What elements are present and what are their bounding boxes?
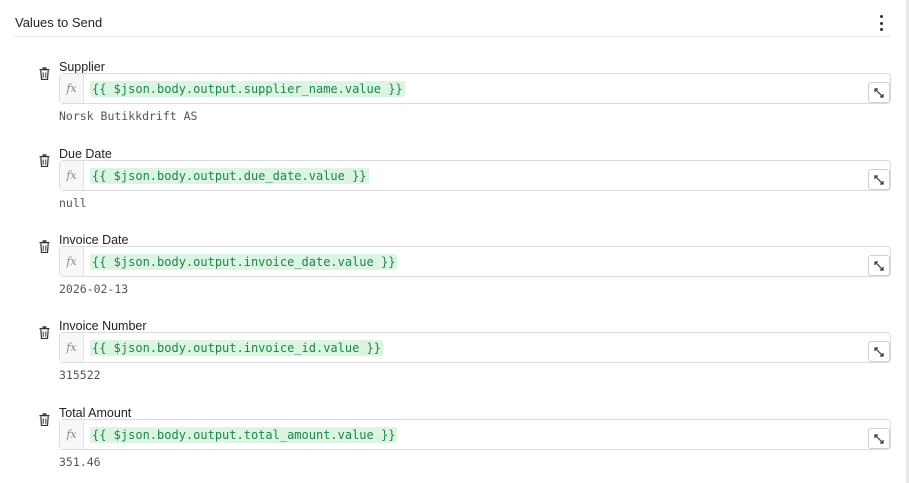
param-label: Invoice Date	[59, 233, 129, 247]
trash-icon[interactable]	[39, 154, 50, 167]
open-editor-button[interactable]	[868, 428, 890, 449]
param-invoice-date: Invoice Date fx {{ $json.body.output.inv…	[37, 233, 891, 313]
open-editor-button[interactable]	[868, 255, 890, 276]
open-editor-button[interactable]	[868, 169, 890, 190]
open-editor-button[interactable]	[868, 341, 890, 362]
result-preview: null	[59, 196, 87, 210]
expression-input[interactable]: fx {{ $json.body.output.invoice_date.val…	[59, 246, 891, 277]
fx-icon: fx	[60, 161, 84, 190]
expression-text[interactable]: {{ $json.body.output.supplier_name.value…	[90, 81, 405, 97]
open-editor-icon	[874, 433, 884, 444]
trash-icon[interactable]	[39, 240, 50, 253]
trash-icon[interactable]	[39, 413, 50, 426]
param-label: Invoice Number	[59, 319, 147, 333]
result-preview: 315522	[59, 368, 101, 382]
fx-icon: fx	[60, 420, 84, 449]
param-due-date: Due Date fx {{ $json.body.output.due_dat…	[37, 147, 891, 227]
fx-icon: fx	[60, 333, 84, 362]
values-section-header: Values to Send	[14, 8, 891, 37]
open-editor-icon	[874, 174, 884, 185]
section-title: Values to Send	[15, 15, 103, 30]
expression-input[interactable]: fx {{ $json.body.output.supplier_name.va…	[59, 73, 891, 104]
expression-text[interactable]: {{ $json.body.output.total_amount.value …	[90, 427, 398, 443]
fx-icon: fx	[60, 247, 84, 276]
expression-text[interactable]: {{ $json.body.output.invoice_date.value …	[90, 254, 398, 270]
expression-input[interactable]: fx {{ $json.body.output.invoice_id.value…	[59, 332, 891, 363]
trash-icon[interactable]	[39, 67, 50, 80]
expression-input[interactable]: fx {{ $json.body.output.total_amount.val…	[59, 419, 891, 450]
param-total-amount: Total Amount fx {{ $json.body.output.tot…	[37, 406, 891, 483]
expression-input[interactable]: fx {{ $json.body.output.due_date.value }…	[59, 160, 891, 191]
open-editor-button[interactable]	[868, 82, 890, 103]
param-label: Due Date	[59, 147, 112, 161]
param-label: Supplier	[59, 60, 105, 74]
result-preview: Norsk Butikkdrift AS	[59, 109, 198, 123]
expression-text[interactable]: {{ $json.body.output.invoice_id.value }}	[90, 340, 383, 356]
open-editor-icon	[874, 346, 884, 357]
open-editor-icon	[874, 260, 884, 271]
kebab-menu-icon[interactable]	[877, 15, 885, 31]
result-preview: 351.46	[59, 455, 101, 469]
result-preview: 2026-02-13	[59, 282, 129, 296]
open-editor-icon	[874, 87, 884, 98]
param-label: Total Amount	[59, 406, 132, 420]
param-invoice-number: Invoice Number fx {{ $json.body.output.i…	[37, 319, 891, 399]
param-supplier: Supplier fx {{ $json.body.output.supplie…	[37, 60, 891, 140]
trash-icon[interactable]	[39, 326, 50, 339]
fx-icon: fx	[60, 74, 84, 103]
expression-text[interactable]: {{ $json.body.output.due_date.value }}	[90, 168, 369, 184]
